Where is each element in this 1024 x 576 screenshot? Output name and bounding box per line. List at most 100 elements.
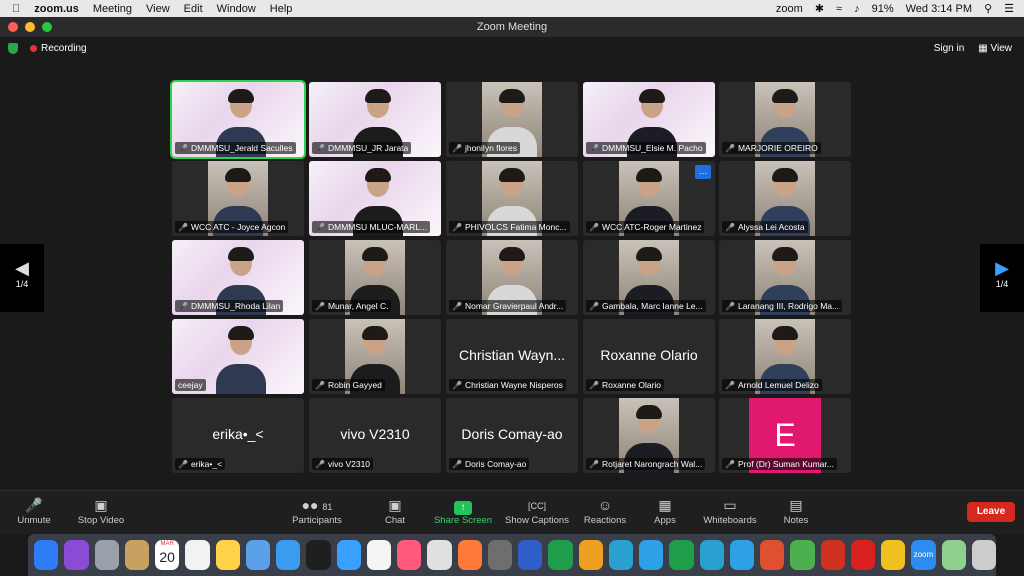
dock-app-icon[interactable] [518, 540, 543, 570]
more-options-button[interactable]: … [695, 165, 711, 179]
dock-app-icon[interactable] [760, 540, 785, 570]
participant-nameplate: 🎤 Laranang III, Rodrigo Ma... [722, 300, 843, 312]
dock-app-icon[interactable] [578, 540, 603, 570]
security-shield-icon[interactable] [8, 42, 18, 54]
show-captions-button[interactable]: [CC] Show Captions [502, 497, 572, 526]
fullscreen-window-button[interactable] [42, 22, 52, 32]
participant-tile[interactable]: 🎤 DMMMSU_Elsie M. Pacho [583, 82, 715, 157]
menu-window[interactable]: Window [217, 3, 256, 15]
dock-app-icon[interactable] [397, 540, 422, 570]
sign-in-button[interactable]: Sign in [934, 43, 965, 54]
participant-tile[interactable]: Roxanne Olario 🎤 Roxanne Olario [583, 319, 715, 394]
dock-app-icon[interactable] [427, 540, 452, 570]
participant-tile[interactable]: 🎤 WCC ATC-Roger Martinez… [583, 161, 715, 236]
menu-meeting[interactable]: Meeting [93, 3, 132, 15]
participant-tile[interactable]: erika•_< 🎤 erika•_< [172, 398, 304, 473]
dock-app-icon[interactable] [729, 540, 754, 570]
dock-app-icon[interactable] [971, 540, 996, 570]
show-captions-label: Show Captions [505, 515, 569, 526]
participant-tile[interactable]: 🎤 Rotjaret Narongrach Wal... [583, 398, 715, 473]
dock-app-icon[interactable] [487, 540, 512, 570]
reactions-button[interactable]: ☺ Reactions [582, 497, 628, 526]
participant-tile[interactable]: E 🎤 Prof (Dr) Suman Kumar... [719, 398, 851, 473]
participant-tile[interactable]: vivo V2310 🎤 vivo V2310 [309, 398, 441, 473]
participant-nameplate: 🎤 PHIVOLCS Fatima Monc... [449, 221, 570, 233]
dock-app-icon[interactable] [366, 540, 391, 570]
prev-page-button[interactable]: ◀ 1/4 [0, 244, 44, 312]
participant-tile[interactable]: 🎤 MARJORIE OREIRO [719, 82, 851, 157]
participants-count: 81 [322, 502, 333, 512]
participant-tile[interactable]: 🎤 Laranang III, Rodrigo Ma... [719, 240, 851, 315]
participant-tile[interactable]: Doris Comay-ao 🎤 Doris Comay-ao [446, 398, 578, 473]
dock-app-icon[interactable] [94, 540, 119, 570]
leave-button[interactable]: Leave [967, 502, 1015, 522]
participant-tile[interactable]: 🎤 PHIVOLCS Fatima Monc... [446, 161, 578, 236]
participants-button[interactable]: ●● 81 Participants [290, 497, 344, 526]
participant-tile[interactable]: 🎤 DMMMSU_JR Jarata [309, 82, 441, 157]
dock-app-icon[interactable] [548, 540, 573, 570]
dock-app-icon[interactable] [941, 540, 966, 570]
participant-tile[interactable]: 🎤 Nomar Gravierpaul Andr... [446, 240, 578, 315]
dock-app-icon[interactable] [64, 540, 89, 570]
participant-tile[interactable]: 🎤 DMMMSU_Jerald Saculles [170, 80, 306, 159]
dock-app-icon[interactable] [245, 540, 270, 570]
zoom-status-label[interactable]: zoom [776, 3, 803, 15]
dock-app-icon[interactable] [215, 540, 240, 570]
dock-app-icon[interactable] [34, 540, 59, 570]
notes-button[interactable]: ▤ Notes [780, 497, 812, 526]
window-title: Zoom Meeting [476, 21, 548, 33]
battery-label[interactable]: 91% [872, 3, 894, 15]
unmute-button[interactable]: 🎤 Unmute [14, 497, 54, 526]
bluetooth-icon[interactable]: ✱ [815, 2, 824, 15]
participant-tile[interactable]: 🎤 WCC ATC - Joyce Agcon [172, 161, 304, 236]
dock-app-icon[interactable] [639, 540, 664, 570]
participant-tile[interactable]: 🎤 DMMMSU MLUC-MARL... [309, 161, 441, 236]
apple-icon[interactable]:  [12, 3, 20, 15]
control-center-icon[interactable]: ☰ [1004, 2, 1014, 15]
menu-edit[interactable]: Edit [184, 3, 203, 15]
wifi-icon[interactable]: ≈ [836, 3, 842, 15]
dock-app-icon[interactable] [185, 540, 210, 570]
minimize-window-button[interactable] [25, 22, 35, 32]
participant-tile[interactable]: 🎤 Robin Gayyed [309, 319, 441, 394]
apps-button[interactable]: ▦ Apps [650, 497, 680, 526]
dock-app-icon[interactable] [850, 540, 875, 570]
participant-tile[interactable]: 🎤 Gambala, Marc Ianne Le... [583, 240, 715, 315]
stop-video-button[interactable]: ▣ Stop Video [76, 497, 126, 526]
dock-app-icon[interactable] [457, 540, 482, 570]
dock-app-icon[interactable] [699, 540, 724, 570]
share-screen-button[interactable]: ↑ Share Screen [432, 497, 494, 526]
dock-app-icon[interactable] [306, 540, 331, 570]
dock-app-icon[interactable] [336, 540, 361, 570]
participant-tile[interactable]: 🎤 DMMMSU_Rhoda Lilan [172, 240, 304, 315]
dock-app-icon[interactable] [790, 540, 815, 570]
participant-tile[interactable]: 🎤 jhonilyn flores [446, 82, 578, 157]
participant-tile[interactable]: 🎤 Arnold Lemuel Delizo [719, 319, 851, 394]
dock-app-icon[interactable] [608, 540, 633, 570]
participant-nameplate: 🎤 Robin Gayyed [312, 379, 385, 391]
dock-app-icon[interactable] [276, 540, 301, 570]
next-page-button[interactable]: ▶ 1/4 [980, 244, 1024, 312]
spotlight-icon[interactable]: ⚲ [984, 2, 992, 15]
menu-view[interactable]: View [146, 3, 170, 15]
app-menu[interactable]: zoom.us [34, 3, 79, 15]
dock-app-icon[interactable] [124, 540, 149, 570]
dock-app-icon[interactable] [820, 540, 845, 570]
view-button[interactable]: ▦ View [978, 43, 1012, 54]
dock-app-icon[interactable]: MAR 20 [155, 540, 180, 570]
close-window-button[interactable] [8, 22, 18, 32]
participant-tile[interactable]: ceejay [172, 319, 304, 394]
muted-mic-icon: 🎤 [178, 222, 188, 232]
chat-button[interactable]: ▣ Chat [380, 497, 410, 526]
whiteboards-button[interactable]: ▭ Whiteboards [700, 497, 760, 526]
clock[interactable]: Wed 3:14 PM [906, 3, 972, 15]
menu-help[interactable]: Help [270, 3, 293, 15]
participant-tile[interactable]: 🎤 Munar, Angel C. [309, 240, 441, 315]
participant-tile[interactable]: 🎤 Alyssa Lei Acosta [719, 161, 851, 236]
notes-label: Notes [783, 515, 809, 526]
participant-tile[interactable]: Christian Wayn... 🎤 Christian Wayne Nisper… [446, 319, 578, 394]
dock-app-icon[interactable] [669, 540, 694, 570]
dock-app-icon[interactable]: zoom [911, 540, 936, 570]
dock-app-icon[interactable] [881, 540, 906, 570]
volume-icon[interactable]: ♪ [854, 3, 860, 15]
